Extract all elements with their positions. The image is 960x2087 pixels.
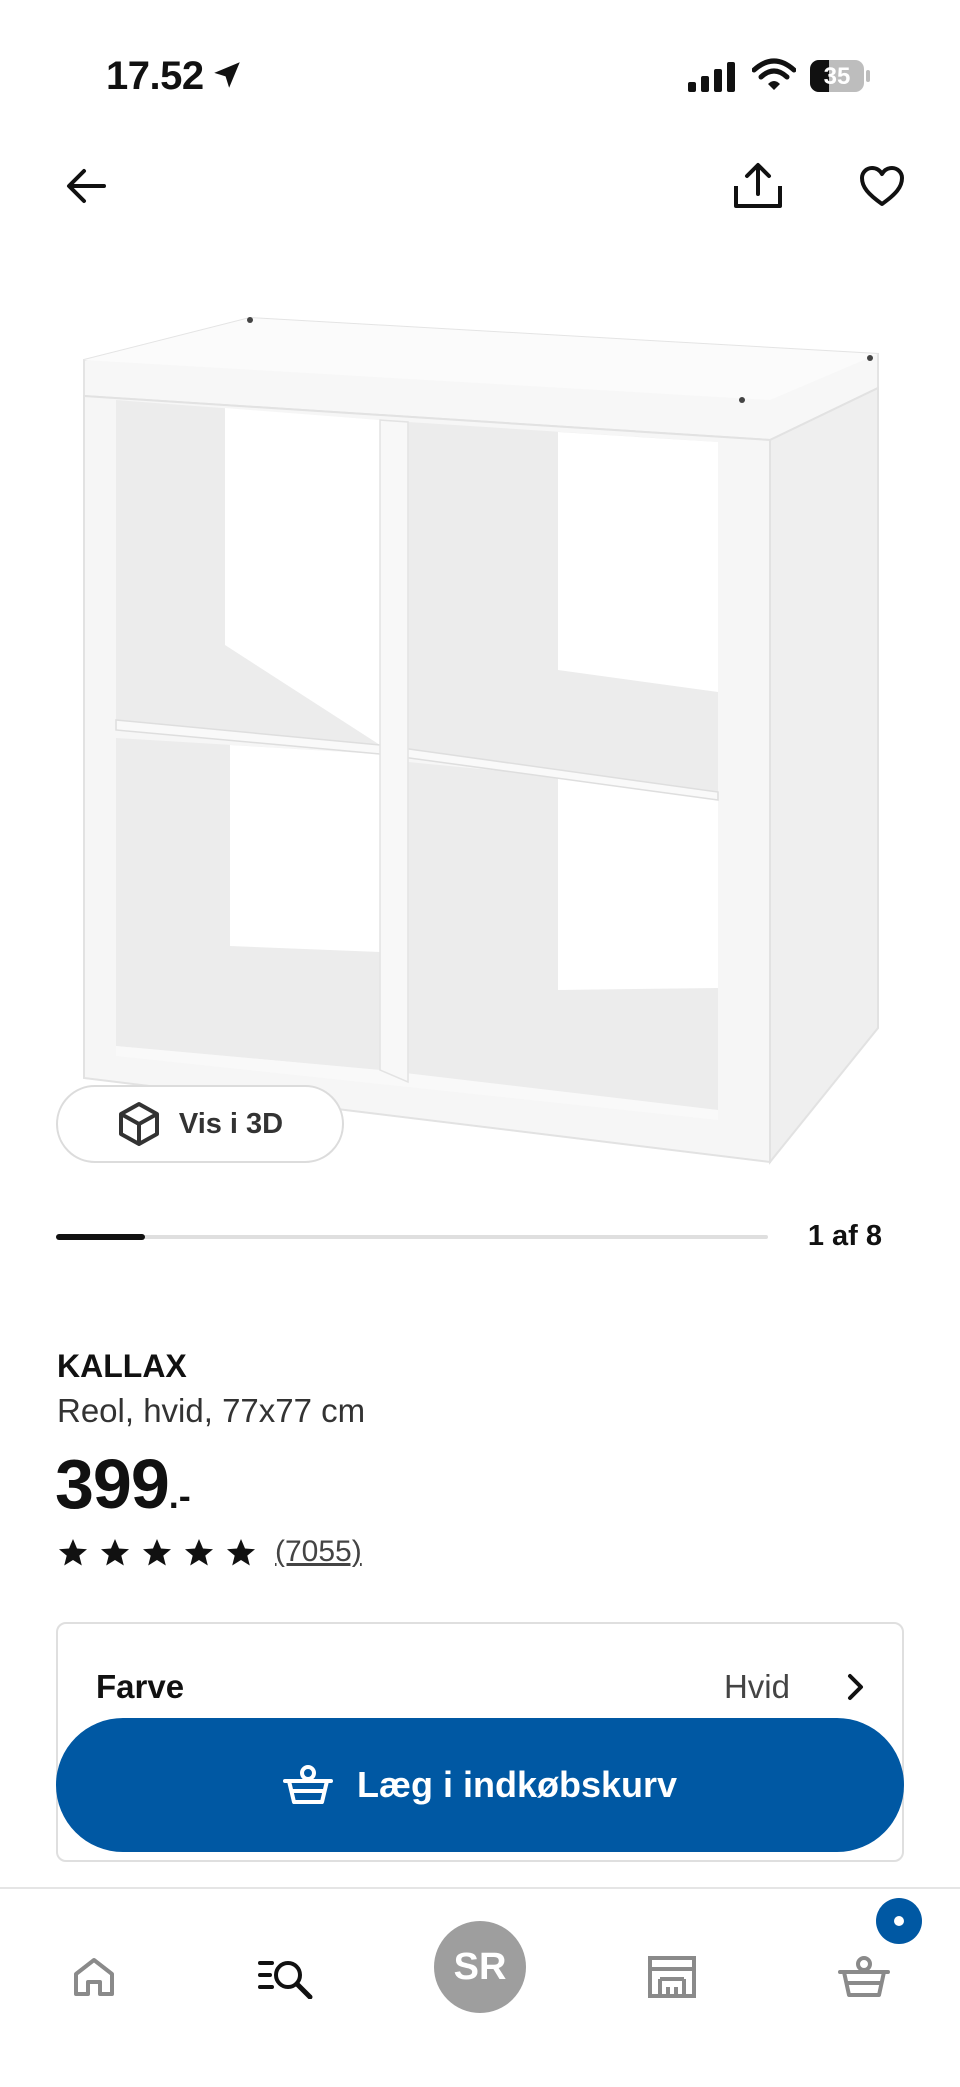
search-list-icon: [258, 1961, 313, 1999]
battery-percent: 35: [823, 63, 851, 90]
avatar: SR: [434, 1921, 526, 2013]
carousel-progress-fill: [56, 1234, 145, 1240]
share-icon: [734, 163, 782, 208]
location-arrow-icon: [214, 62, 240, 88]
add-to-cart-button[interactable]: Læg i indkøbskurv: [56, 1718, 904, 1852]
cube-icon: [118, 1102, 159, 1146]
rating[interactable]: (7055): [57, 1535, 362, 1569]
bottom-tab-bar: SR: [0, 1887, 960, 2087]
arrow-left-icon: [67, 169, 106, 203]
product-price: 399 .-: [55, 1444, 191, 1524]
star-icon: [143, 1538, 171, 1565]
chevron-right-icon: [848, 1674, 863, 1700]
signal-icon: [688, 62, 735, 92]
star-icon: [185, 1538, 213, 1565]
carousel-counter: 1 af 8: [807, 1220, 882, 1252]
store-icon: [648, 1956, 696, 1998]
tab-stores[interactable]: [624, 1929, 720, 2025]
cart-badge-dot: [894, 1916, 904, 1926]
color-option-label: Farve: [96, 1668, 185, 1705]
product-name: KALLAX: [57, 1348, 187, 1384]
status-time: 17.52: [106, 54, 204, 98]
share-button[interactable]: [722, 150, 794, 222]
rating-stars: [57, 1537, 257, 1568]
cart-badge: [876, 1898, 922, 1944]
wifi-icon: [752, 58, 796, 90]
star-icon: [101, 1538, 129, 1565]
tab-search[interactable]: [238, 1929, 334, 2025]
battery-icon: 35: [810, 60, 870, 92]
view-in-3d-label: Vis i 3D: [178, 1107, 284, 1140]
star-icon: [227, 1538, 255, 1565]
review-count-link[interactable]: (7055): [275, 1535, 362, 1569]
favorite-button[interactable]: [846, 150, 918, 222]
product-page: 17.52 35 Vis i 3D 1 af 8 KALLAX Reol, hv…: [0, 0, 960, 2087]
tab-profile[interactable]: SR: [430, 1917, 530, 2017]
add-to-cart-label: Læg i indkøbskurv: [356, 1764, 678, 1805]
price-amount: 399: [55, 1445, 170, 1523]
color-option-value: Hvid: [723, 1668, 790, 1705]
basket-icon: [838, 1956, 890, 1997]
back-button[interactable]: [50, 150, 122, 222]
product-description: Reol, hvid, 77x77 cm: [57, 1392, 366, 1429]
view-in-3d-button[interactable]: Vis i 3D: [56, 1085, 344, 1163]
product-image[interactable]: [70, 300, 890, 1170]
basket-icon: [282, 1765, 333, 1804]
price-suffix: .-: [168, 1475, 191, 1516]
star-icon: [59, 1538, 87, 1565]
carousel-progress: [56, 1234, 768, 1240]
home-icon: [74, 1958, 114, 1996]
heart-icon: [860, 166, 904, 206]
tab-home[interactable]: [46, 1929, 142, 2025]
